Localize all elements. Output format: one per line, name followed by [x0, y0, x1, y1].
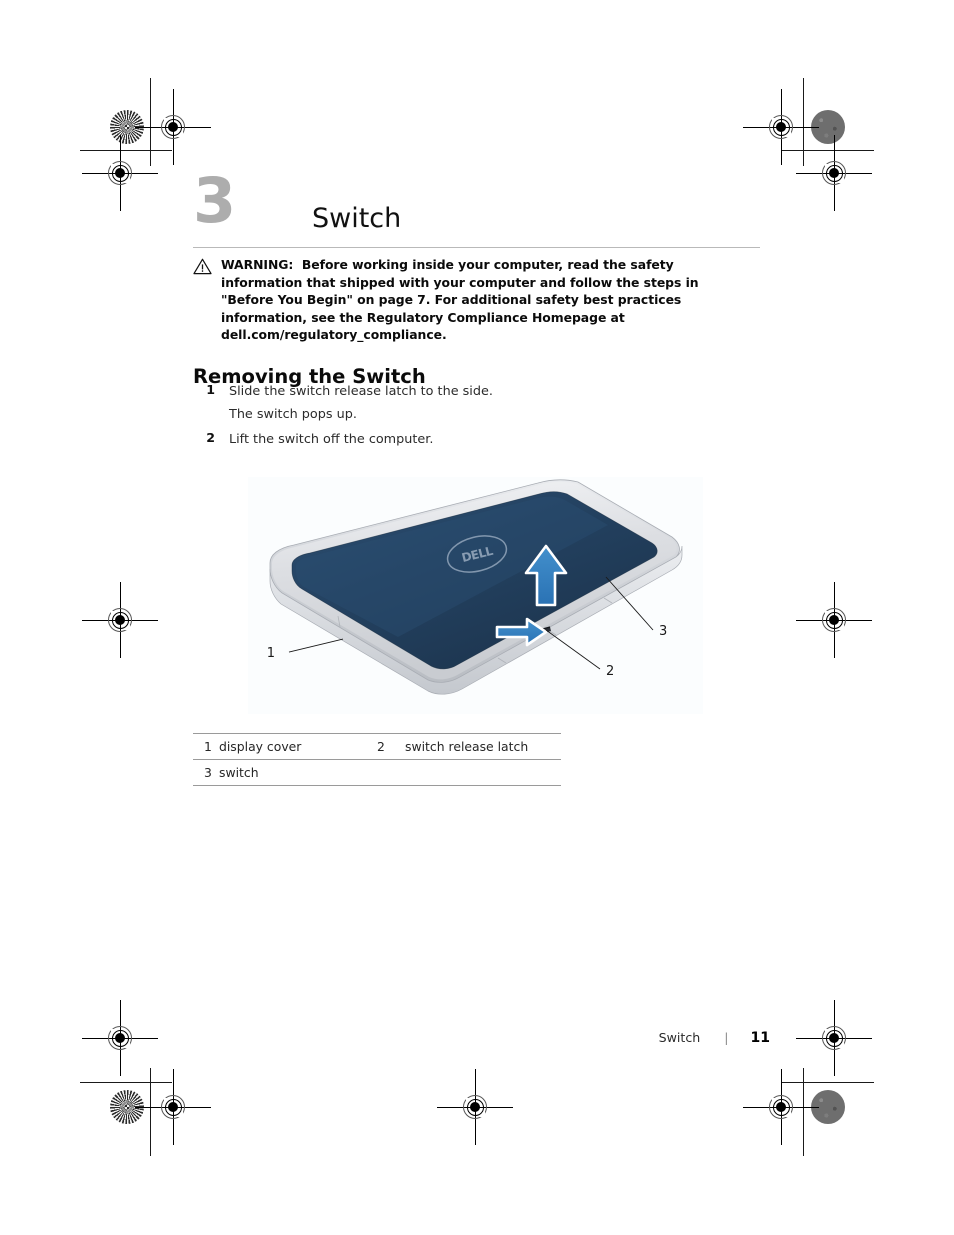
step-number: 1: [206, 382, 215, 397]
step-item: 2 Lift the switch off the computer.: [193, 430, 713, 449]
step-item: 1 Slide the switch release latch to the …: [193, 382, 713, 401]
registration-crosshair: [135, 1069, 211, 1145]
crop-mark-line: [150, 1068, 151, 1156]
warning-block: WARNING: Before working inside your comp…: [193, 256, 753, 344]
crop-mark-line: [150, 78, 151, 166]
footer-chapter-name: Switch: [658, 1030, 701, 1045]
table-row: 3 switch: [193, 759, 561, 786]
registration-crosshair: [135, 89, 211, 165]
density-dot-mark: [811, 110, 845, 144]
legend-label: switch: [219, 759, 377, 786]
page-number: 11: [750, 1030, 770, 1046]
legend-label: display cover: [219, 733, 377, 760]
warning-triangle-icon: [193, 256, 212, 344]
warning-body: Before working inside your computer, rea…: [221, 257, 699, 343]
callout-number-3: 3: [659, 624, 667, 639]
callout-number-1: 1: [267, 646, 275, 661]
registration-crosshair: [796, 1000, 872, 1076]
table-row: 1 display cover 2 switch release latch: [193, 733, 561, 760]
figure-legend-table: 1 display cover 2 switch release latch 3…: [193, 733, 561, 786]
legend-number: 1: [193, 733, 219, 760]
callout-number-2: 2: [606, 664, 614, 679]
procedure-steps: 1 Slide the switch release latch to the …: [193, 382, 713, 453]
legend-number: 3: [193, 759, 219, 786]
crop-mark-line: [803, 78, 804, 166]
footer-separator: |: [724, 1030, 729, 1045]
crop-mark-line: [80, 150, 172, 151]
header-divider: [193, 247, 760, 248]
page-footer: Switch | 11: [555, 1030, 770, 1046]
star-target-mark: [110, 110, 144, 144]
legend-number: [377, 759, 405, 786]
warning-text: WARNING: Before working inside your comp…: [221, 256, 753, 344]
registration-crosshair: [437, 1069, 513, 1145]
crop-mark-line: [80, 1082, 172, 1083]
density-dot-mark: [110, 1090, 144, 1124]
crop-mark-line: [782, 1082, 874, 1083]
registration-crosshair: [82, 582, 158, 658]
star-target-mark: [811, 1090, 845, 1124]
crop-mark-line: [782, 150, 874, 151]
legend-number: 2: [377, 733, 405, 760]
registration-crosshair: [796, 582, 872, 658]
chapter-header: 3 Switch: [193, 170, 760, 248]
registration-crosshair: [743, 89, 819, 165]
laptop-switch-illustration: DELL 1 2 3: [248, 477, 703, 714]
legend-label: switch release latch: [405, 733, 561, 760]
registration-crosshair: [743, 1069, 819, 1145]
step-text: Lift the switch off the computer.: [229, 432, 434, 447]
registration-crosshair: [796, 135, 872, 211]
registration-crosshair: [82, 135, 158, 211]
chapter-number: 3: [193, 164, 236, 237]
crop-mark-line: [803, 1068, 804, 1156]
step-note: The switch pops up.: [229, 407, 357, 422]
laptop-figure-svg: DELL 1 2 3: [267, 479, 683, 695]
warning-label: WARNING:: [221, 257, 294, 272]
step-text: Slide the switch release latch to the si…: [229, 384, 493, 399]
step-number: 2: [206, 430, 215, 445]
page-title: Switch: [312, 203, 402, 235]
legend-label: [405, 759, 561, 786]
registration-crosshair: [82, 1000, 158, 1076]
